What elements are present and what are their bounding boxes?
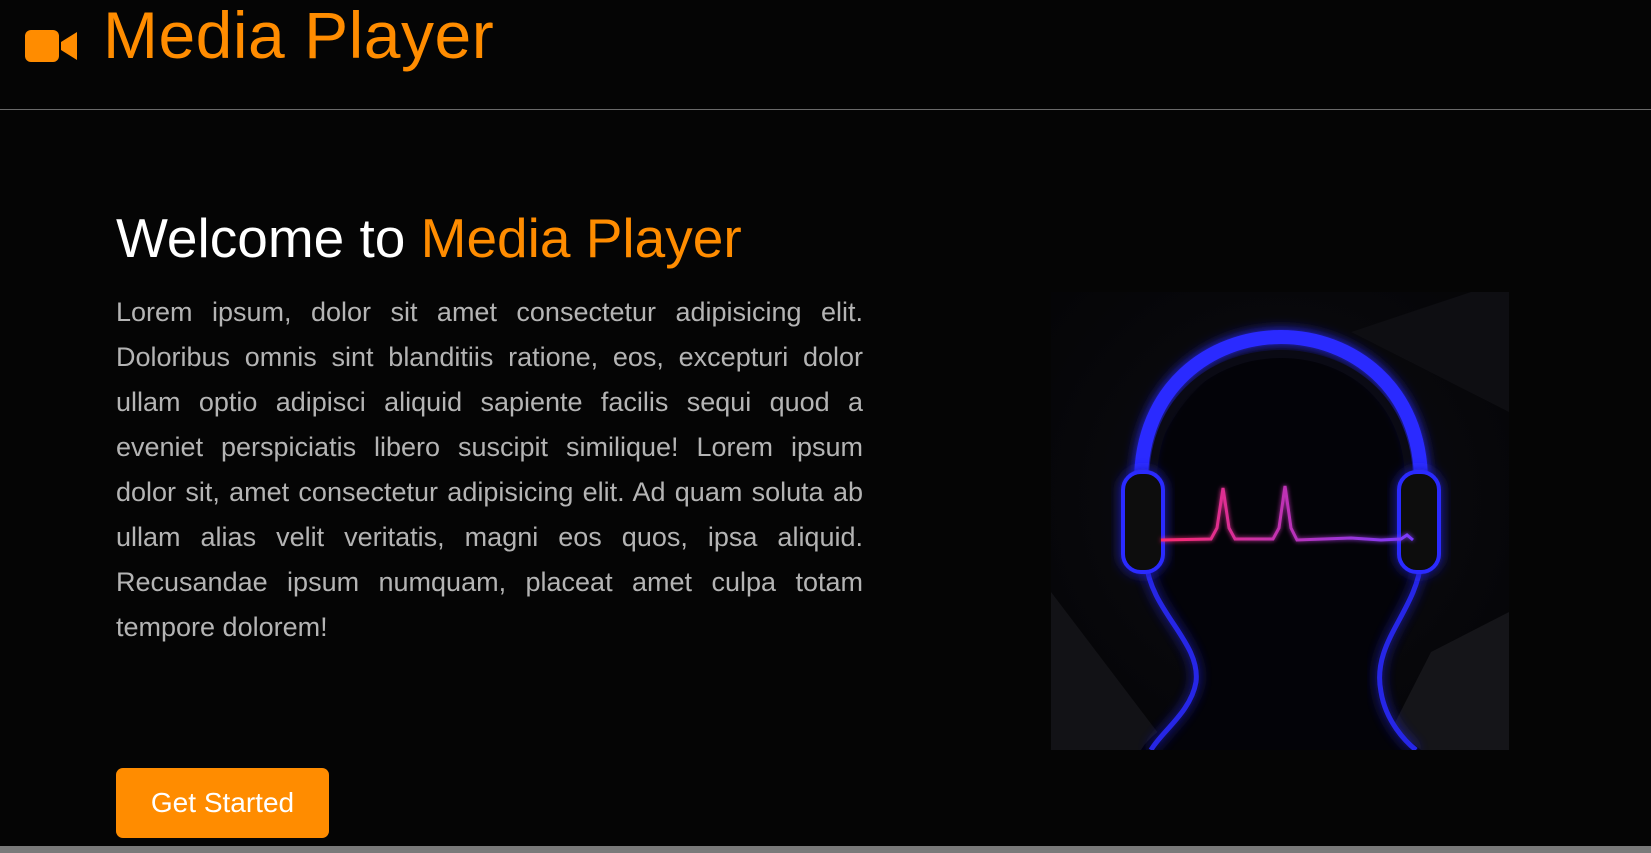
page: Media Player Welcome to Media Player Lor… [0,0,1651,853]
headphones-heartbeat-illustration [1051,292,1509,750]
bottom-scroll-bar[interactable] [0,846,1651,853]
hero-title-highlight: Media Player [420,207,742,269]
brand-title[interactable]: Media Player [103,0,494,74]
hero-illustration [1051,292,1509,750]
hero-title: Welcome to Media Player [116,204,742,272]
top-navbar: Media Player [0,0,1651,110]
get-started-button[interactable]: Get Started [116,768,329,838]
hero-title-prefix: Welcome to [116,207,421,269]
hero-description: Lorem ipsum, dolor sit amet consectetur … [116,297,863,642]
video-camera-icon[interactable] [25,28,79,64]
